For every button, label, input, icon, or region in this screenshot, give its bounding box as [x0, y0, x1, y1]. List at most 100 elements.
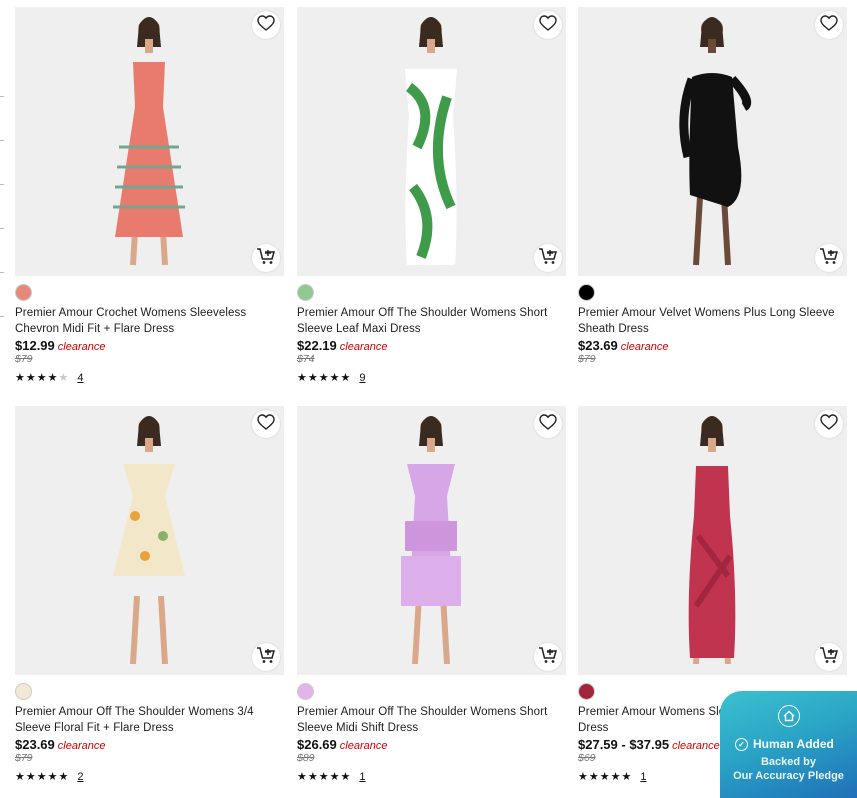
- product-card[interactable]: Premier Amour Off The Shoulder Womens 3/…: [15, 406, 284, 783]
- product-card[interactable]: Premier Amour Womens Sleeveless N Sheath…: [578, 406, 847, 783]
- product-card[interactable]: Premier Amour Off The Shoulder Womens Sh…: [297, 7, 566, 384]
- star-icon: ★: [297, 771, 307, 783]
- badge-subtitle: Backed by Our Accuracy Pledge: [720, 755, 857, 783]
- clearance-label: clearance: [339, 341, 388, 353]
- star-icon: ★: [58, 372, 69, 384]
- add-to-cart-button[interactable]: [815, 643, 843, 671]
- favorite-button[interactable]: [815, 410, 843, 438]
- star-icon: ★: [340, 771, 351, 783]
- product-image[interactable]: [297, 7, 566, 276]
- heart-icon: [820, 14, 838, 36]
- rating: ★ ★ ★ ★ ★ 4: [15, 371, 84, 385]
- star-icon: ★: [36, 372, 47, 384]
- rating: ★ ★ ★ ★ ★ 9: [297, 371, 366, 385]
- color-swatch[interactable]: [297, 284, 314, 301]
- color-swatch[interactable]: [15, 284, 32, 301]
- star-rating: ★ ★ ★ ★ ★: [15, 771, 68, 783]
- left-edge-ticks: [0, 0, 6, 798]
- original-price: $74: [297, 353, 315, 365]
- cart-plus-icon: [538, 247, 558, 270]
- add-to-cart-button[interactable]: [534, 244, 562, 272]
- favorite-button[interactable]: [252, 11, 280, 39]
- color-swatch[interactable]: [578, 284, 595, 301]
- model-photo: [578, 7, 847, 276]
- add-to-cart-button[interactable]: [534, 643, 562, 671]
- star-icon: ★: [307, 771, 318, 783]
- star-icon: ★: [329, 771, 340, 783]
- product-title[interactable]: Premier Amour Off The Shoulder Womens Sh…: [297, 704, 559, 736]
- star-icon: ★: [588, 771, 599, 783]
- clearance-label: clearance: [620, 341, 669, 353]
- star-icon: ★: [47, 771, 58, 783]
- sale-price: $26.69: [297, 737, 337, 752]
- price-row: $27.59 - $37.95 clearance: [578, 737, 720, 754]
- rating: ★ ★ ★ ★ ★ 1: [297, 770, 366, 784]
- rating: ★ ★ ★ ★ ★ 2: [15, 770, 84, 784]
- favorite-button[interactable]: [534, 410, 562, 438]
- product-image[interactable]: [15, 406, 284, 675]
- star-icon: ★: [318, 771, 329, 783]
- product-title-line2[interactable]: Dress: [578, 722, 609, 734]
- star-icon: ★: [610, 771, 621, 783]
- product-image[interactable]: [15, 7, 284, 276]
- product-title[interactable]: Premier Amour Off The Shoulder Womens Sh…: [297, 305, 559, 337]
- product-card[interactable]: Premier Amour Off The Shoulder Womens Sh…: [297, 406, 566, 783]
- star-icon: ★: [329, 372, 340, 384]
- original-price: $89: [297, 752, 315, 764]
- product-title[interactable]: Premier Amour Off The Shoulder Womens 3/…: [15, 704, 277, 736]
- model-photo: [15, 406, 284, 675]
- model-photo: [297, 406, 566, 675]
- heart-icon: [257, 413, 275, 435]
- review-count-link[interactable]: 9: [359, 372, 365, 384]
- product-title[interactable]: Premier Amour Velvet Womens Plus Long Sl…: [578, 305, 840, 337]
- model-photo: [15, 7, 284, 276]
- heart-icon: [820, 413, 838, 435]
- review-count-link[interactable]: 1: [640, 771, 646, 783]
- heart-icon: [539, 14, 557, 36]
- color-swatch[interactable]: [578, 683, 595, 700]
- sale-price: $12.99: [15, 338, 55, 353]
- original-price: $69: [578, 752, 596, 764]
- star-icon: ★: [25, 771, 36, 783]
- star-icon: ★: [621, 771, 632, 783]
- cart-plus-icon: [256, 646, 276, 669]
- star-icon: ★: [307, 372, 318, 384]
- product-card[interactable]: Premier Amour Velvet Womens Plus Long Sl…: [578, 7, 847, 365]
- badge-line1: Backed by: [760, 756, 817, 768]
- star-icon: ★: [340, 372, 351, 384]
- review-count-link[interactable]: 4: [77, 372, 83, 384]
- favorite-button[interactable]: [252, 410, 280, 438]
- add-to-cart-button[interactable]: [252, 244, 280, 272]
- product-image[interactable]: [297, 406, 566, 675]
- review-count-link[interactable]: 2: [77, 771, 83, 783]
- star-rating: ★ ★ ★ ★ ★: [578, 771, 631, 783]
- clearance-label: clearance: [672, 740, 720, 752]
- favorite-button[interactable]: [815, 11, 843, 39]
- star-icon: ★: [58, 771, 69, 783]
- product-image[interactable]: [578, 406, 847, 675]
- original-price: $79: [15, 752, 33, 764]
- original-price: $79: [15, 353, 33, 365]
- human-added-badge[interactable]: ✓ Human Added Backed by Our Accuracy Ple…: [720, 691, 857, 798]
- add-to-cart-button[interactable]: [815, 244, 843, 272]
- sale-price: $27.59 - $37.95: [578, 737, 670, 752]
- star-icon: ★: [578, 771, 588, 783]
- star-icon: ★: [36, 771, 47, 783]
- review-count-link[interactable]: 1: [359, 771, 365, 783]
- favorite-button[interactable]: [534, 11, 562, 39]
- product-image[interactable]: [578, 7, 847, 276]
- model-photo: [297, 7, 566, 276]
- add-to-cart-button[interactable]: [252, 643, 280, 671]
- star-icon: ★: [318, 372, 329, 384]
- product-card[interactable]: Premier Amour Crochet Womens Sleeveless …: [15, 7, 284, 384]
- product-title[interactable]: Premier Amour Crochet Womens Sleeveless …: [15, 305, 277, 337]
- cart-plus-icon: [819, 646, 839, 669]
- star-icon: ★: [25, 372, 36, 384]
- home-icon: [778, 705, 800, 727]
- star-rating: ★ ★ ★ ★ ★: [15, 372, 68, 384]
- color-swatch[interactable]: [297, 683, 314, 700]
- check-circle-icon: ✓: [735, 737, 748, 751]
- badge-line2: Our Accuracy Pledge: [733, 770, 844, 782]
- color-swatch[interactable]: [15, 683, 32, 700]
- star-icon: ★: [599, 771, 610, 783]
